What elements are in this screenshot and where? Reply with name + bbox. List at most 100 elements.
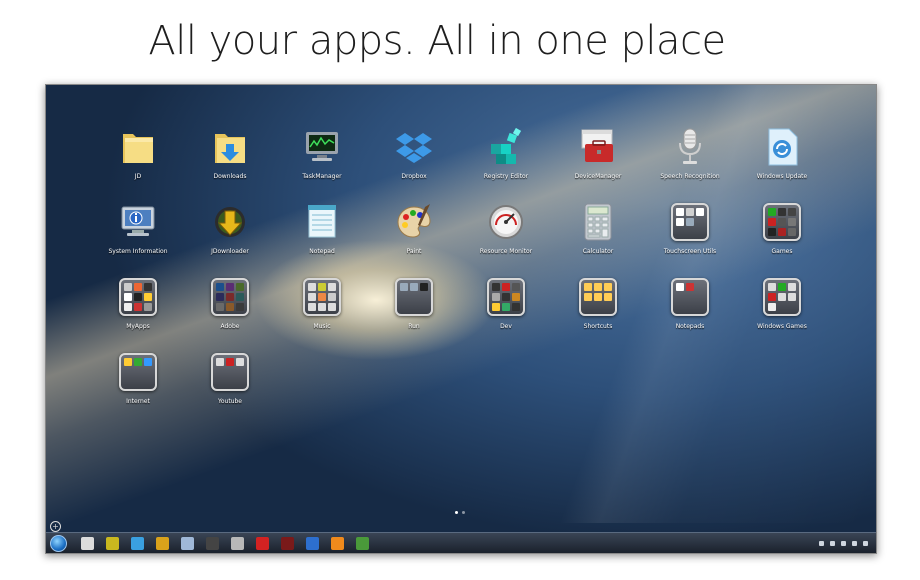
windows-flag-icon[interactable] <box>131 536 144 550</box>
app-tile-myapps[interactable]: MyApps <box>92 277 184 352</box>
display-icon[interactable] <box>830 540 835 546</box>
resource-monitor-gauge-icon <box>486 202 526 242</box>
myapps-folder-icon <box>118 277 158 317</box>
app-label: Internet <box>126 398 150 405</box>
notepads-folder-icon <box>670 277 710 317</box>
app-tile-shortcuts[interactable]: Shortcuts <box>552 277 644 352</box>
task-manager-icon <box>302 127 342 167</box>
music-folder-icon <box>302 277 342 317</box>
app-tile-jd[interactable]: JD <box>92 127 184 202</box>
app-tile-adobe[interactable]: Adobe <box>184 277 276 352</box>
app-tile-notepads[interactable]: Notepads <box>644 277 736 352</box>
adobe-folder-icon <box>210 277 250 317</box>
app-tile-music[interactable]: Music <box>276 277 368 352</box>
desktop-launcher: JD Downloads TaskManager Dropbox Registry Ed… <box>45 84 877 554</box>
record-icon[interactable] <box>281 536 294 550</box>
page-indicator[interactable] <box>455 511 465 514</box>
jdownloader-icon[interactable] <box>106 536 119 550</box>
app-label: Music <box>313 323 331 330</box>
app-label: TaskManager <box>302 173 342 180</box>
app-label: DeviceManager <box>574 173 622 180</box>
app-tile-system-information[interactable]: System Information <box>92 202 184 277</box>
page-dot-2[interactable] <box>462 511 465 514</box>
app-tile-internet[interactable]: Internet <box>92 352 184 427</box>
run-folder-icon <box>394 277 434 317</box>
system-information-icon <box>118 202 158 242</box>
notepad-icon <box>302 202 342 242</box>
app-tile-resource-monitor[interactable]: Resource Monitor <box>460 202 552 277</box>
shortcuts-folder-icon <box>578 277 618 317</box>
start-button[interactable] <box>50 534 67 552</box>
app-tile-games[interactable]: Games <box>736 202 828 277</box>
headline: All your apps. All in one place <box>148 18 726 64</box>
flag-icon[interactable] <box>841 540 846 546</box>
diamond-app-icon[interactable] <box>156 536 169 550</box>
app-label: Windows Games <box>757 323 807 330</box>
expand-tray-icon[interactable] <box>819 540 824 546</box>
app-label: Windows Update <box>756 173 808 180</box>
app-tile-taskmanager[interactable]: TaskManager <box>276 127 368 202</box>
app-tile-registry-editor[interactable]: Registry Editor <box>460 127 552 202</box>
app-tile-touchscreen-utils[interactable]: Touchscreen Utils <box>644 202 736 277</box>
app-tile-jdownloader[interactable]: JDownloader <box>184 202 276 277</box>
page-dot-1[interactable] <box>455 511 458 514</box>
chrome-icon[interactable] <box>356 536 369 550</box>
app-label: Touchscreen Utils <box>663 248 717 255</box>
app-label: Games <box>771 248 793 255</box>
app-tile-paint[interactable]: Paint <box>368 202 460 277</box>
app-label: Notepad <box>309 248 335 255</box>
dropbox-icon <box>394 127 434 167</box>
app-label: JD <box>134 173 142 180</box>
app-grid: JD Downloads TaskManager Dropbox Registry Ed… <box>92 127 828 427</box>
volume-icon[interactable] <box>852 540 857 546</box>
arrow-app-icon[interactable] <box>306 536 319 550</box>
photo-viewer-icon[interactable] <box>81 536 94 550</box>
search-globe-icon[interactable] <box>181 536 194 550</box>
app-tile-youtube[interactable]: Youtube <box>184 352 276 427</box>
app-tile-windows-games[interactable]: Windows Games <box>736 277 828 352</box>
device-manager-icon <box>578 127 618 167</box>
paint-palette-icon <box>394 202 434 242</box>
app-label: Run <box>408 323 420 330</box>
taskbar-pinned <box>75 536 375 550</box>
app-label: Downloads <box>213 173 247 180</box>
app-tile-dropbox[interactable]: Dropbox <box>368 127 460 202</box>
app-tile-downloads[interactable]: Downloads <box>184 127 276 202</box>
app-label: Registry Editor <box>483 173 529 180</box>
app-tile-speech-recognition[interactable]: Speech Recognition <box>644 127 736 202</box>
taskbar <box>46 532 876 553</box>
app-tile-devicemanager[interactable]: DeviceManager <box>552 127 644 202</box>
terminal-icon[interactable] <box>206 536 219 550</box>
network-icon[interactable] <box>863 540 868 546</box>
vlc-icon[interactable] <box>331 536 344 550</box>
youtube-icon[interactable] <box>256 536 269 550</box>
app-label: Shortcuts <box>583 323 613 330</box>
app-label: Calculator <box>582 248 614 255</box>
app-tile-notepad[interactable]: Notepad <box>276 202 368 277</box>
app-tile-dev[interactable]: Dev <box>460 277 552 352</box>
app-label: Notepads <box>675 323 705 330</box>
calculator-icon <box>578 202 618 242</box>
app-label: Speech Recognition <box>660 173 720 180</box>
jdownloader-icon <box>210 202 250 242</box>
add-button[interactable]: + <box>50 521 61 532</box>
app-label: JDownloader <box>211 248 249 255</box>
person-icon[interactable] <box>231 536 244 550</box>
app-label: Youtube <box>218 398 242 405</box>
app-tile-run[interactable]: Run <box>368 277 460 352</box>
system-tray <box>819 540 876 546</box>
app-label: MyApps <box>126 323 150 330</box>
app-label: Paint <box>406 248 422 255</box>
folder-icon <box>118 127 158 167</box>
app-label: Resource Monitor <box>479 248 533 255</box>
app-label: System Information <box>108 248 168 255</box>
app-tile-calculator[interactable]: Calculator <box>552 202 644 277</box>
touchscreen-utils-folder-icon <box>670 202 710 242</box>
app-tile-windows-update[interactable]: Windows Update <box>736 127 828 202</box>
windows-update-icon <box>762 127 802 167</box>
youtube-folder-icon <box>210 352 250 392</box>
downloads-folder-icon <box>210 127 250 167</box>
windows-games-folder-icon <box>762 277 802 317</box>
internet-folder-icon <box>118 352 158 392</box>
games-folder-icon <box>762 202 802 242</box>
